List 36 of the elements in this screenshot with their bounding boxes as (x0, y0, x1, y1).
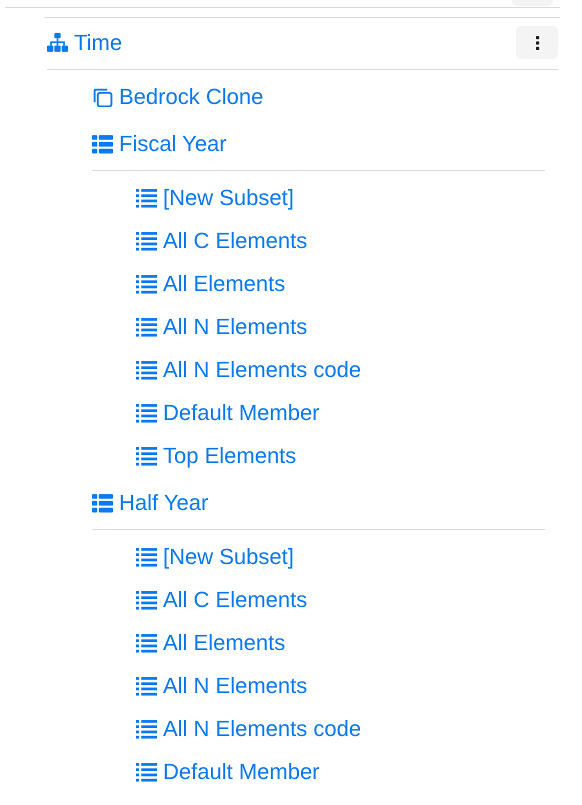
list-icon (136, 446, 157, 466)
tree-item[interactable]: All N Elements (136, 314, 308, 340)
list-icon (136, 762, 157, 782)
tree-item[interactable]: All N Elements code (136, 716, 362, 742)
list-icon (136, 676, 157, 696)
tree-item[interactable]: Default Member (136, 758, 320, 784)
tree-item[interactable]: All N Elements (136, 672, 308, 698)
list-icon (136, 718, 157, 738)
list-icon (92, 492, 113, 512)
list-icon (136, 632, 157, 652)
more-icon (534, 36, 540, 50)
tree-item[interactable]: [New Subset] (136, 184, 294, 210)
list-icon (136, 316, 157, 336)
tree-item[interactable]: All Elements (136, 270, 286, 296)
list-icon (136, 360, 157, 380)
list-icon (136, 230, 157, 250)
list-icon (136, 274, 157, 294)
tree-item[interactable]: Top Elements (136, 442, 296, 468)
list-icon (136, 590, 157, 610)
list-icon (136, 402, 157, 422)
tree-item[interactable]: All Elements (136, 630, 286, 656)
tree-item[interactable]: Half Year (92, 490, 208, 516)
tree-item[interactable]: All C Elements (136, 586, 308, 612)
list-icon (92, 134, 113, 154)
tree-item[interactable]: Fiscal Year (92, 130, 227, 156)
tree-item[interactable]: All N Elements code (136, 356, 362, 382)
sitemap-icon (47, 32, 68, 52)
list-icon (136, 188, 157, 208)
tree-item[interactable]: Time (47, 30, 122, 56)
list-icon (136, 546, 157, 566)
copy-icon (92, 86, 113, 106)
tree-item[interactable]: [New Subset] (136, 544, 294, 570)
more-button[interactable] (516, 26, 558, 59)
tree-item[interactable]: All C Elements (136, 228, 308, 254)
tree-item[interactable]: Bedrock Clone (92, 84, 264, 110)
tree-item[interactable]: Default Member (136, 400, 320, 426)
